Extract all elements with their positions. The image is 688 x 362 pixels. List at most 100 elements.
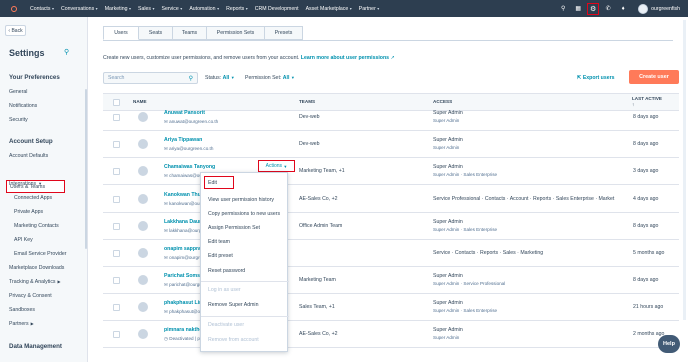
sidebar-item-marketplace-downloads[interactable]: Marketplace Downloads: [9, 265, 64, 271]
marketplace-icon[interactable]: ▦: [572, 5, 584, 12]
export-users-button[interactable]: ⇱ Export users: [577, 75, 615, 81]
help-button[interactable]: Help: [658, 335, 680, 353]
sidebar-item-account-defaults[interactable]: Account Defaults: [9, 153, 48, 159]
settings-gear-button[interactable]: ⚙: [587, 2, 600, 15]
notifications-bell-icon[interactable]: ♦: [617, 6, 629, 12]
user-name-link[interactable]: Ariya Tippawan: [164, 137, 202, 143]
tab-seats[interactable]: Seats: [139, 26, 173, 40]
nav-item-marketing[interactable]: Marketing ▾: [105, 6, 131, 12]
learn-more-link[interactable]: Learn more about user permissions: [301, 55, 389, 61]
search-icon[interactable]: ⚲: [557, 5, 569, 12]
nav-item-asset-marketplace[interactable]: Asset Marketplace ▾: [306, 6, 352, 12]
chevron-down-icon: ▾: [349, 6, 352, 11]
last-active-cell: 8 days ago: [633, 223, 659, 229]
nav-item-partner[interactable]: Partner ▾: [359, 6, 380, 12]
row-checkbox[interactable]: [113, 304, 120, 311]
create-user-button[interactable]: Create user: [629, 70, 679, 84]
hubspot-logo-icon[interactable]: [9, 4, 19, 14]
sidebar-item-private-apps[interactable]: Private Apps: [14, 209, 43, 215]
sidebar-item-tracking[interactable]: Tracking & Analytics ▶: [9, 279, 61, 285]
menu-item-copy-permissions[interactable]: Copy permissions to new users: [208, 211, 280, 217]
sidebar-item-privacy[interactable]: Privacy & Consent: [9, 293, 52, 299]
avatar: [138, 194, 148, 204]
table-row[interactable]: Kanokwan Thummasit ✉ kanokwan@ourgreen.co…: [103, 186, 679, 213]
row-checkbox[interactable]: [113, 331, 120, 338]
last-active-cell: 4 days ago: [633, 196, 659, 202]
sidebar-item-email-service-provider[interactable]: Email Service Provider: [14, 251, 66, 257]
nav-item-sales[interactable]: Sales ▾: [138, 6, 155, 12]
teams-cell: Sales Team, +1: [299, 304, 335, 310]
menu-item-edit[interactable]: Edit: [208, 180, 217, 186]
nav-item-crm-development[interactable]: CRM Development: [255, 6, 299, 12]
main-scrollbar[interactable]: [683, 20, 686, 320]
sidebar-item-security[interactable]: Security: [9, 117, 28, 123]
access-cell: Super Admin: [433, 273, 463, 279]
sidebar-scrollbar[interactable]: [85, 89, 87, 249]
avatar[interactable]: [638, 3, 649, 14]
table-row[interactable]: phakphasut Limnaitham ✉ phakphasut@ourgre…: [103, 294, 679, 321]
menu-item-remove-super-admin[interactable]: Remove Super Admin: [208, 302, 258, 308]
nav-item-service[interactable]: Service ▾: [161, 6, 182, 12]
export-icon: ⇱: [577, 75, 582, 81]
user-name-link[interactable]: Chamaiwas Tanyong: [164, 164, 215, 170]
back-button[interactable]: ‹ Back: [5, 25, 26, 36]
tab-divider: [103, 40, 673, 41]
tab-teams[interactable]: Teams: [173, 26, 207, 40]
menu-item-edit-team[interactable]: Edit team: [208, 239, 230, 245]
avatar: [138, 302, 148, 312]
nav-item-conversations[interactable]: Conversations ▾: [61, 6, 98, 12]
avatar: [138, 329, 148, 339]
last-active-cell: 2 months ago: [633, 331, 665, 337]
sidebar-item-api-key[interactable]: API Key: [14, 237, 33, 243]
tab-users[interactable]: Users: [103, 26, 139, 40]
row-checkbox[interactable]: [113, 223, 120, 230]
access-cell: Service · Contacts · Reports · Sales · M…: [433, 250, 544, 256]
last-active-cell: 8 days ago: [633, 277, 659, 283]
intro-text: Create new users, customize user permiss…: [103, 55, 395, 61]
sidebar-item-notifications[interactable]: Notifications: [9, 103, 37, 109]
phone-icon[interactable]: ✆: [602, 5, 614, 12]
row-checkbox[interactable]: [113, 114, 120, 121]
nav-item-automation[interactable]: Automation ▾: [189, 6, 219, 12]
search-icon[interactable]: ⚲: [64, 48, 69, 56]
avatar: [138, 221, 148, 231]
nav-item-contacts[interactable]: Contacts ▾: [30, 6, 54, 12]
row-checkbox[interactable]: [113, 141, 120, 148]
row-checkbox[interactable]: [113, 168, 120, 175]
access-cell: Super Admin: [433, 137, 463, 143]
sidebar-item-connected-apps[interactable]: Connected Apps: [14, 195, 52, 201]
sidebar-item-integrations[interactable]: Integrations ▼: [9, 181, 42, 187]
table-row[interactable]: pimnara nakthong◷ Deactivated | pimnara@…: [103, 321, 679, 348]
chevron-right-icon: ▶: [57, 279, 61, 284]
last-active-cell: 8 days ago: [633, 141, 659, 147]
sidebar-item-partners[interactable]: Partners ▶: [9, 321, 34, 327]
user-name-link[interactable]: Anuwat Pansorit: [164, 110, 205, 116]
menu-item-assign-permission-set[interactable]: Assign Permission Set: [208, 225, 260, 231]
avatar: [138, 166, 148, 176]
row-checkbox[interactable]: [113, 196, 120, 203]
status-filter[interactable]: Status: All ▼: [205, 75, 235, 81]
permission-set-filter[interactable]: Permission Set: All ▼: [245, 75, 295, 81]
table-row[interactable]: onapim sappradit ✉ onapim@ourgreen.co.th S…: [103, 240, 679, 267]
search-input[interactable]: Search ⚲: [103, 72, 198, 84]
nav-item-reports[interactable]: Reports ▾: [226, 6, 248, 12]
menu-item-edit-preset[interactable]: Edit preset: [208, 253, 233, 259]
sidebar-item-general[interactable]: General: [9, 89, 27, 95]
menu-item-reset-password[interactable]: Reset password: [208, 268, 245, 274]
row-checkbox[interactable]: [113, 277, 120, 284]
main-nav-menu: Contacts ▾ Conversations ▾ Marketing ▾ Sales ▾ S…: [30, 6, 386, 12]
tab-permission-sets[interactable]: Permission Sets: [207, 26, 265, 40]
table-row[interactable]: Lakkhana Daungjan ✉ lakkhana@ourgreen.co.…: [103, 213, 679, 240]
account-name[interactable]: ourgreenfish: [651, 6, 680, 12]
table-row[interactable]: Ariya Tippawan ✉ ariya@ourgreen.co.th Dev-…: [103, 131, 679, 158]
table-row[interactable]: Parichat Somsawad ✉ parichat@ourgreen.co.…: [103, 267, 679, 294]
sidebar-item-marketing-contacts[interactable]: Marketing Contacts: [14, 223, 59, 229]
menu-item-view-history[interactable]: View user permission history: [208, 197, 274, 203]
row-checkbox[interactable]: [113, 250, 120, 257]
tab-presets[interactable]: Presets: [265, 26, 303, 40]
menu-item-log-in-as-user: Log in as user: [208, 287, 241, 293]
table-row[interactable]: Chamaiwas Tanyong ✉ chamaiwas@ourgreen.co…: [103, 158, 679, 185]
actions-button[interactable]: Actions ▼: [258, 160, 295, 172]
sidebar-item-sandboxes[interactable]: Sandboxes: [9, 307, 35, 313]
table-row[interactable]: Anuwat Pansorit ✉ anuwat@ourgreen.co.th De…: [103, 104, 679, 131]
